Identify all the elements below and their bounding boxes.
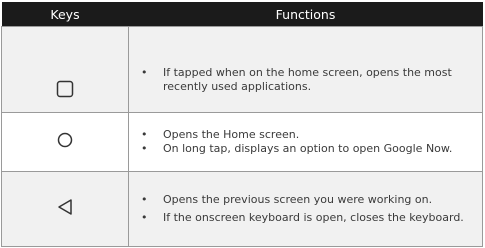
- function-item: If tapped when on the home screen, opens…: [129, 66, 482, 94]
- triangle-back-icon: [57, 198, 73, 220]
- function-item: Opens the previous screen you were worki…: [129, 193, 482, 207]
- keys-column-header: Keys: [1, 2, 129, 27]
- function-list: Opens the Home screen. On long tap, disp…: [129, 128, 482, 156]
- function-cell: Opens the previous screen you were worki…: [128, 171, 483, 247]
- table-row-back: Opens the previous screen you were worki…: [1, 171, 483, 247]
- function-item: On long tap, displays an option to open …: [129, 142, 482, 156]
- keys-functions-table: Keys Functions If tapped when on the hom…: [1, 2, 483, 247]
- square-recent-apps-icon: [56, 80, 74, 102]
- function-list: Opens the previous screen you were worki…: [129, 193, 482, 225]
- table-row-recent-apps: If tapped when on the home screen, opens…: [1, 26, 483, 113]
- key-cell: [1, 112, 129, 172]
- function-cell: If tapped when on the home screen, opens…: [128, 26, 483, 113]
- function-list: If tapped when on the home screen, opens…: [129, 46, 482, 94]
- circle-home-icon: [57, 132, 73, 152]
- table-row-home: Opens the Home screen. On long tap, disp…: [1, 112, 483, 172]
- function-item: Opens the Home screen.: [129, 128, 482, 142]
- key-cell: [1, 171, 129, 247]
- functions-column-header: Functions: [128, 2, 483, 27]
- function-cell: Opens the Home screen. On long tap, disp…: [128, 112, 483, 172]
- key-cell: [1, 26, 129, 113]
- function-item: If the onscreen keyboard is open, closes…: [129, 211, 482, 225]
- table-header-row: Keys Functions: [1, 2, 483, 27]
